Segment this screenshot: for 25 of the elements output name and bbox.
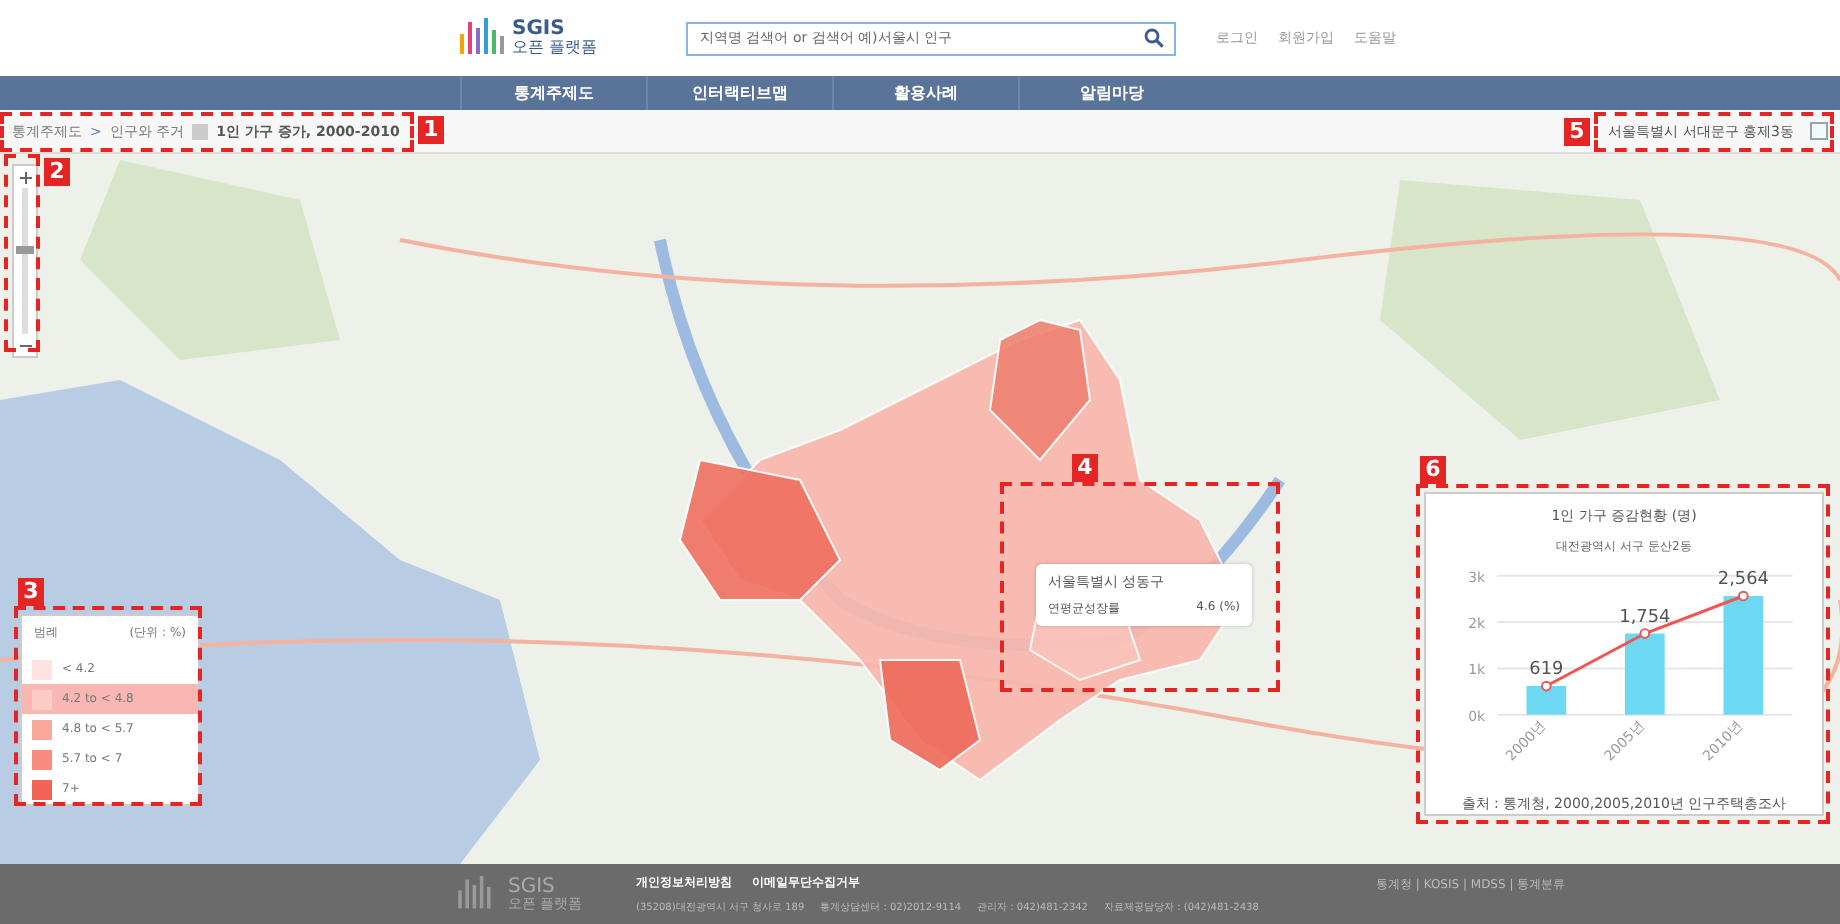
- annotation-number: 3: [18, 578, 44, 606]
- search-icon[interactable]: [1144, 28, 1164, 48]
- bar-logo-icon: [460, 18, 504, 58]
- data-label: 1,754: [1619, 607, 1671, 628]
- data-label: 2,564: [1717, 570, 1769, 591]
- square-icon: [192, 123, 209, 139]
- line-point: [1738, 590, 1749, 602]
- footer-logo-title: SGIS: [508, 877, 557, 897]
- zoom-in-icon[interactable]: [14, 166, 36, 188]
- line-point: [1639, 628, 1651, 639]
- logo-subtitle: 오픈 플랫폼: [512, 40, 598, 56]
- data-label: 619: [1529, 660, 1564, 681]
- line-point: [1540, 680, 1552, 692]
- annotation-number: 6: [1420, 456, 1446, 484]
- zoom-control[interactable]: [12, 164, 38, 358]
- bar: [1625, 633, 1665, 715]
- annotation-number: 5: [1564, 118, 1590, 146]
- bar: [1526, 686, 1567, 715]
- dropdown-toggle-icon[interactable]: [1810, 122, 1828, 140]
- annotation-number: 1: [418, 116, 444, 144]
- annotation-number: 4: [1072, 454, 1098, 482]
- annotation-number: 2: [44, 158, 70, 186]
- sgis-logo[interactable]: SGIS 오픈 플랫폼: [460, 18, 660, 58]
- logo-title: SGIS: [512, 20, 567, 40]
- bar: [1723, 596, 1764, 715]
